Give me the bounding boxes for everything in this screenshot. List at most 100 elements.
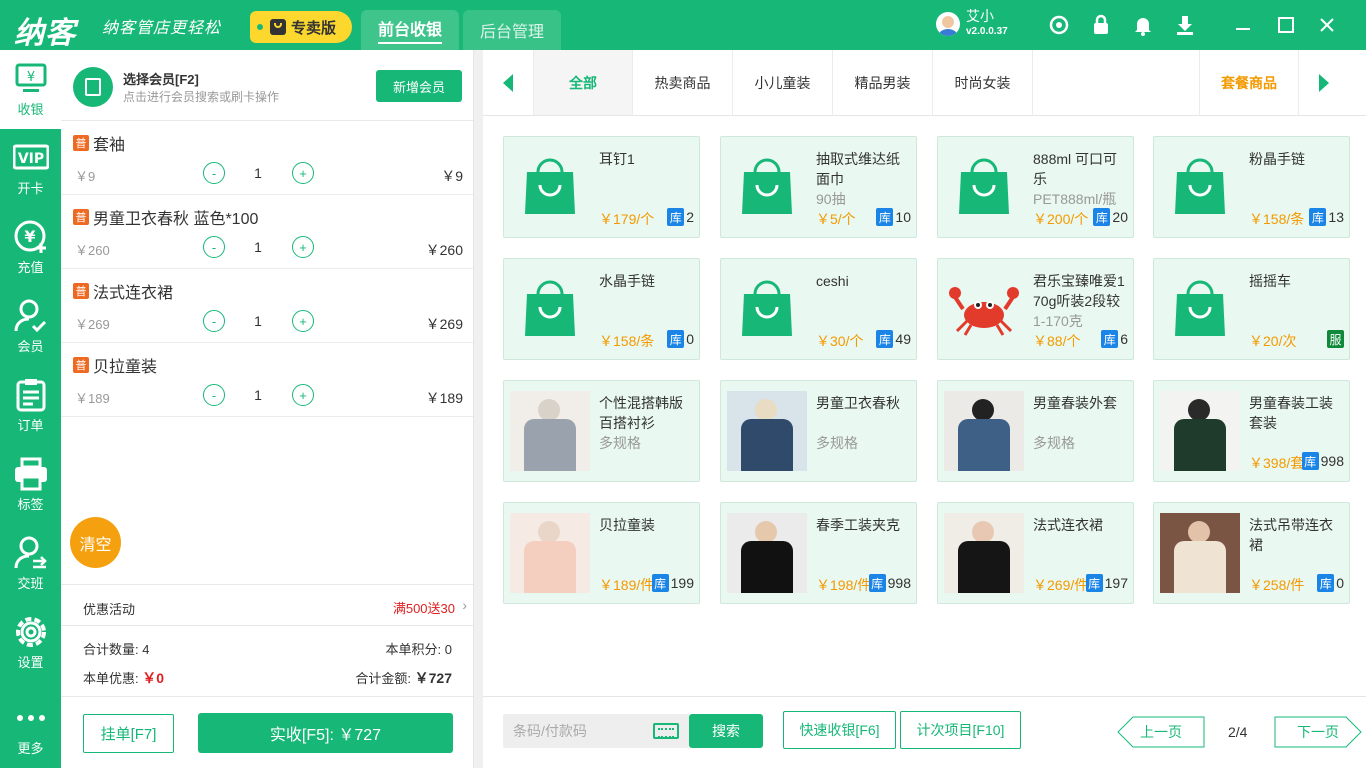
close-icon[interactable]	[1316, 14, 1338, 36]
normal-tag: 普	[73, 357, 89, 373]
nav-member[interactable]: 会员	[0, 287, 61, 366]
cashier-icon: ¥	[15, 63, 46, 92]
product-card[interactable]: 888ml 可口可乐 PET888ml/瓶 ￥200/个库 20	[937, 136, 1134, 238]
item-name: 套袖	[93, 137, 126, 154]
count-items-button[interactable]: 计次项目[F10]	[900, 711, 1021, 749]
product-card[interactable]: 男童春装工装套装 ￥398/套库 998	[1153, 380, 1350, 482]
product-photo	[727, 513, 807, 593]
normal-tag: 普	[73, 209, 89, 225]
download-icon[interactable]	[1174, 14, 1196, 36]
product-card[interactable]: 抽取式维达纸面巾 90抽 ￥5/个 库 10	[720, 136, 917, 238]
product-stock: 库0	[667, 330, 694, 348]
amount-label: 合计金额:	[355, 671, 412, 686]
quick-cashier-button[interactable]: 快速收银[F6]	[783, 711, 896, 749]
shift-icon	[14, 536, 47, 569]
product-card[interactable]: 摇摇车 ￥20/次 服	[1153, 258, 1350, 360]
category-tab[interactable]: 热卖商品	[633, 50, 733, 115]
product-card[interactable]: 粉晶手链 ￥158/条库 13	[1153, 136, 1350, 238]
nav-label-print[interactable]: 标签	[0, 445, 61, 524]
product-card[interactable]: 法式连衣裙 ￥269/件库 197	[937, 502, 1134, 604]
tab-label: 前台收银	[377, 16, 442, 44]
clear-cart-button[interactable]: 清空	[70, 517, 121, 568]
category-tab[interactable]: 时尚女装	[933, 50, 1033, 115]
product-price: ￥88/个	[1033, 333, 1081, 349]
qty-plus-button[interactable]: +	[292, 310, 314, 332]
cart-item[interactable]: 普套袖 ￥9 - 1 + ￥9	[61, 121, 473, 195]
product-card[interactable]: 法式吊带连衣裙 ￥258/件库 0	[1153, 502, 1350, 604]
product-name: 888ml 可口可乐	[1033, 151, 1118, 187]
cart-panel: 选择会员[F2] 点击进行会员搜索或刷卡操作 新增会员 普套袖 ￥9 - 1 +…	[61, 50, 474, 768]
nav-order[interactable]: 订单	[0, 366, 61, 445]
category-tab[interactable]: 全部	[533, 50, 633, 115]
nav-shift[interactable]: 交班	[0, 524, 61, 603]
qty-minus-button[interactable]: -	[203, 236, 225, 258]
bell-icon[interactable]	[1132, 14, 1154, 36]
product-card[interactable]: 个性混搭韩版百搭衬衫 多规格	[503, 380, 700, 482]
product-name: 男童卫衣春秋	[816, 395, 900, 411]
product-card[interactable]: 君乐宝臻唯爱170g听装2段较 1-170克 ￥88/个 库 6	[937, 258, 1134, 360]
add-member-button[interactable]: 新增会员	[376, 70, 462, 102]
minimize-icon[interactable]	[1232, 14, 1254, 36]
product-card[interactable]: 水晶手链 ￥158/条库 0	[503, 258, 700, 360]
item-price: ￥269	[75, 317, 110, 332]
cart-item[interactable]: 普贝拉童装 ￥189 - 1 + ￥189	[61, 343, 473, 417]
product-card[interactable]: 男童春装外套 多规格	[937, 380, 1134, 482]
nav-settings[interactable]: 设置	[0, 603, 61, 682]
nav-more[interactable]: 更多	[0, 689, 61, 768]
points-label: 本单积分:	[385, 642, 442, 657]
qty-plus-button[interactable]: +	[292, 384, 314, 406]
nav-cashier[interactable]: ¥ 收银	[0, 50, 61, 129]
pay-button[interactable]: 实收[F5]: ￥727	[198, 713, 453, 753]
nav-recharge[interactable]: ¥ 充值	[0, 208, 61, 287]
product-stock: 库6	[1101, 330, 1128, 348]
headset-icon[interactable]	[1048, 14, 1070, 36]
promotion-row[interactable]: 优惠活动 满500送30 ›	[61, 584, 473, 626]
search-button[interactable]: 搜索	[689, 714, 763, 748]
category-tab[interactable]: 小儿童装	[733, 50, 833, 115]
stock-value: 2	[686, 209, 694, 225]
product-price: ￥179/个	[599, 211, 655, 227]
lock-icon[interactable]	[1090, 14, 1112, 36]
category-next-icon[interactable]	[1319, 74, 1329, 92]
product-card[interactable]: 贝拉童装 ￥189/件库 199	[503, 502, 700, 604]
user-info[interactable]: 艾小 v2.0.0.37	[936, 9, 1008, 39]
tab-front-cashier[interactable]: 前台收银	[361, 10, 459, 50]
qty-plus-button[interactable]: +	[292, 236, 314, 258]
member-icon	[14, 299, 46, 333]
product-card[interactable]: 耳钉1 ￥179/个库 2	[503, 136, 700, 238]
category-prev-icon[interactable]	[503, 74, 513, 92]
prev-page-button[interactable]: 上一页	[1117, 716, 1205, 748]
top-bar: 纳客 纳客管店更轻松 专卖版 前台收银 后台管理 艾小 v2.0.0.37	[0, 0, 1366, 51]
app-slogan: 纳客管店更轻松	[102, 18, 222, 37]
points: 本单积分: 0	[386, 639, 452, 658]
discount-value: ￥0	[142, 670, 165, 686]
product-service: 服	[1327, 330, 1344, 348]
discount-label: 本单优惠:	[83, 671, 139, 686]
qty-minus-button[interactable]: -	[203, 384, 225, 406]
product-card[interactable]: 男童卫衣春秋 多规格	[720, 380, 917, 482]
avatar	[936, 12, 960, 36]
product-card[interactable]: 春季工装夹克 ￥198/件库 998	[720, 502, 917, 604]
maximize-icon[interactable]	[1275, 14, 1297, 36]
next-page-button[interactable]: 下一页	[1274, 716, 1362, 748]
printer-icon	[14, 457, 47, 491]
points-value: 0	[444, 642, 452, 657]
tab-backend[interactable]: 后台管理	[463, 10, 561, 50]
nav-open-card[interactable]: VIP 开卡	[0, 129, 61, 208]
product-card[interactable]: ceshi ￥30/个库 49	[720, 258, 917, 360]
product-photo	[727, 391, 807, 471]
tab-label: 后台管理	[479, 24, 544, 41]
cart-item[interactable]: 普男童卫衣春秋 蓝色*100 ￥260 - 1 + ￥260	[61, 195, 473, 269]
cart-item[interactable]: 普法式连衣裙 ￥269 - 1 + ￥269	[61, 269, 473, 343]
barcode-input[interactable]	[503, 714, 643, 748]
hang-order-button[interactable]: 挂单[F7]	[83, 714, 174, 753]
qty-plus-button[interactable]: +	[292, 162, 314, 184]
total-qty: 合计数量: 4	[83, 639, 149, 658]
keyboard-icon[interactable]	[653, 723, 679, 739]
qty-minus-button[interactable]: -	[203, 162, 225, 184]
package-tab[interactable]: 套餐商品	[1199, 50, 1299, 115]
category-tab[interactable]: 精品男装	[833, 50, 933, 115]
member-select[interactable]: 选择会员[F2] 点击进行会员搜索或刷卡操作 新增会员	[61, 50, 473, 121]
qty-minus-button[interactable]: -	[203, 310, 225, 332]
product-stock: 库 199	[651, 574, 694, 592]
